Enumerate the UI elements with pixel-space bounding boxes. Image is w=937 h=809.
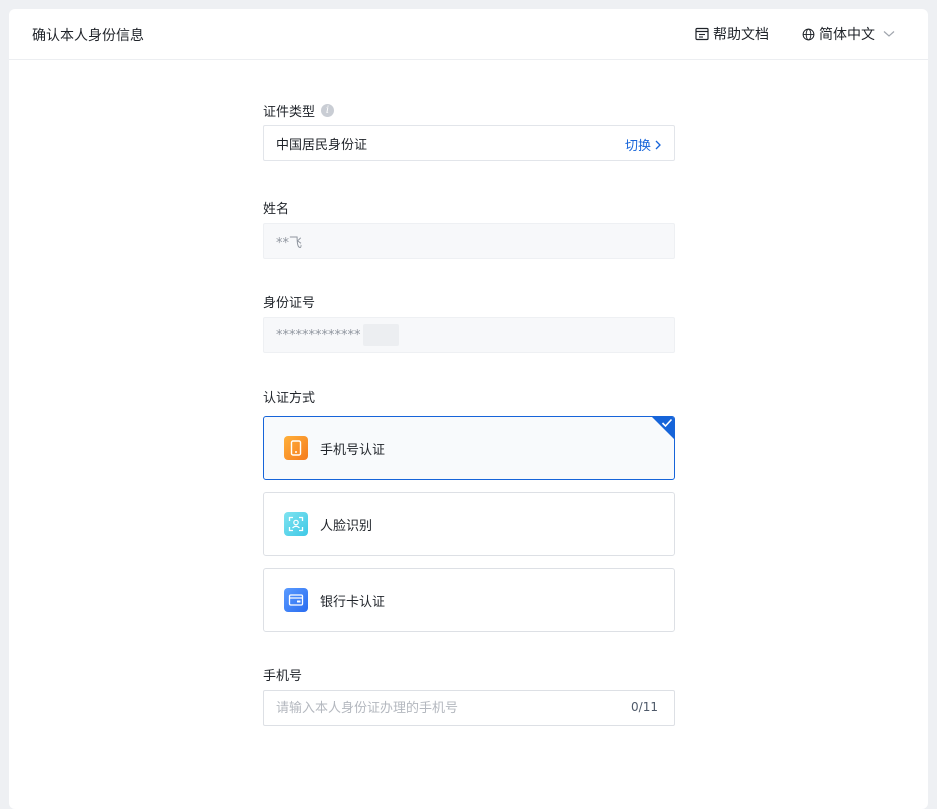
char-counter: 0/11 (631, 700, 658, 714)
phone-input-wrapper: 0/11 (263, 690, 675, 726)
name-field: **飞 (263, 223, 675, 259)
option-phone-verification[interactable]: 手机号认证 (263, 416, 675, 480)
masked-patch (362, 324, 399, 346)
option-label: 手机号认证 (320, 442, 386, 458)
help-docs-label: 帮助文档 (713, 27, 769, 43)
id-type-label-row: 证件类型 i (263, 101, 335, 120)
switch-id-type-button[interactable]: 切换 (625, 135, 662, 154)
name-label: 姓名 (263, 202, 290, 217)
switch-label: 切换 (624, 139, 651, 154)
phone-input[interactable] (276, 699, 606, 717)
chevron-right-icon (655, 140, 661, 149)
id-type-field: 中国居民身份证 切换 (263, 125, 675, 161)
name-value: **飞 (276, 235, 303, 251)
phone-icon (284, 436, 308, 460)
verification-card: 确认本人身份信息 帮助文档 简体中文 证件类型 i 中国居民身份证 切换 姓名 … (9, 9, 928, 809)
id-number-field: ************* (263, 317, 675, 353)
info-icon[interactable]: i (321, 104, 335, 117)
option-label: 银行卡认证 (320, 594, 386, 610)
id-number-value: ************* (276, 327, 361, 343)
checkmark-icon (661, 418, 673, 428)
option-bank-card[interactable]: 银行卡认证 (263, 568, 675, 632)
verify-method-label: 认证方式 (263, 391, 316, 406)
header-bar: 确认本人身份信息 帮助文档 简体中文 (9, 9, 928, 60)
language-label: 简体中文 (819, 27, 875, 43)
globe-icon (802, 28, 815, 40)
id-type-label: 证件类型 (263, 105, 316, 120)
page-title: 确认本人身份信息 (32, 28, 144, 44)
option-face-recognition[interactable]: 人脸识别 (263, 492, 675, 556)
option-label: 人脸识别 (320, 518, 373, 534)
id-number-label: 身份证号 (263, 296, 316, 311)
bank-card-icon (284, 588, 308, 612)
chevron-down-icon (883, 31, 895, 37)
document-icon (695, 27, 709, 41)
help-docs-link[interactable]: 帮助文档 (695, 25, 769, 43)
id-type-value: 中国居民身份证 (276, 137, 368, 153)
face-scan-icon (284, 512, 308, 536)
language-select[interactable]: 简体中文 (802, 25, 895, 43)
phone-label: 手机号 (263, 669, 303, 684)
